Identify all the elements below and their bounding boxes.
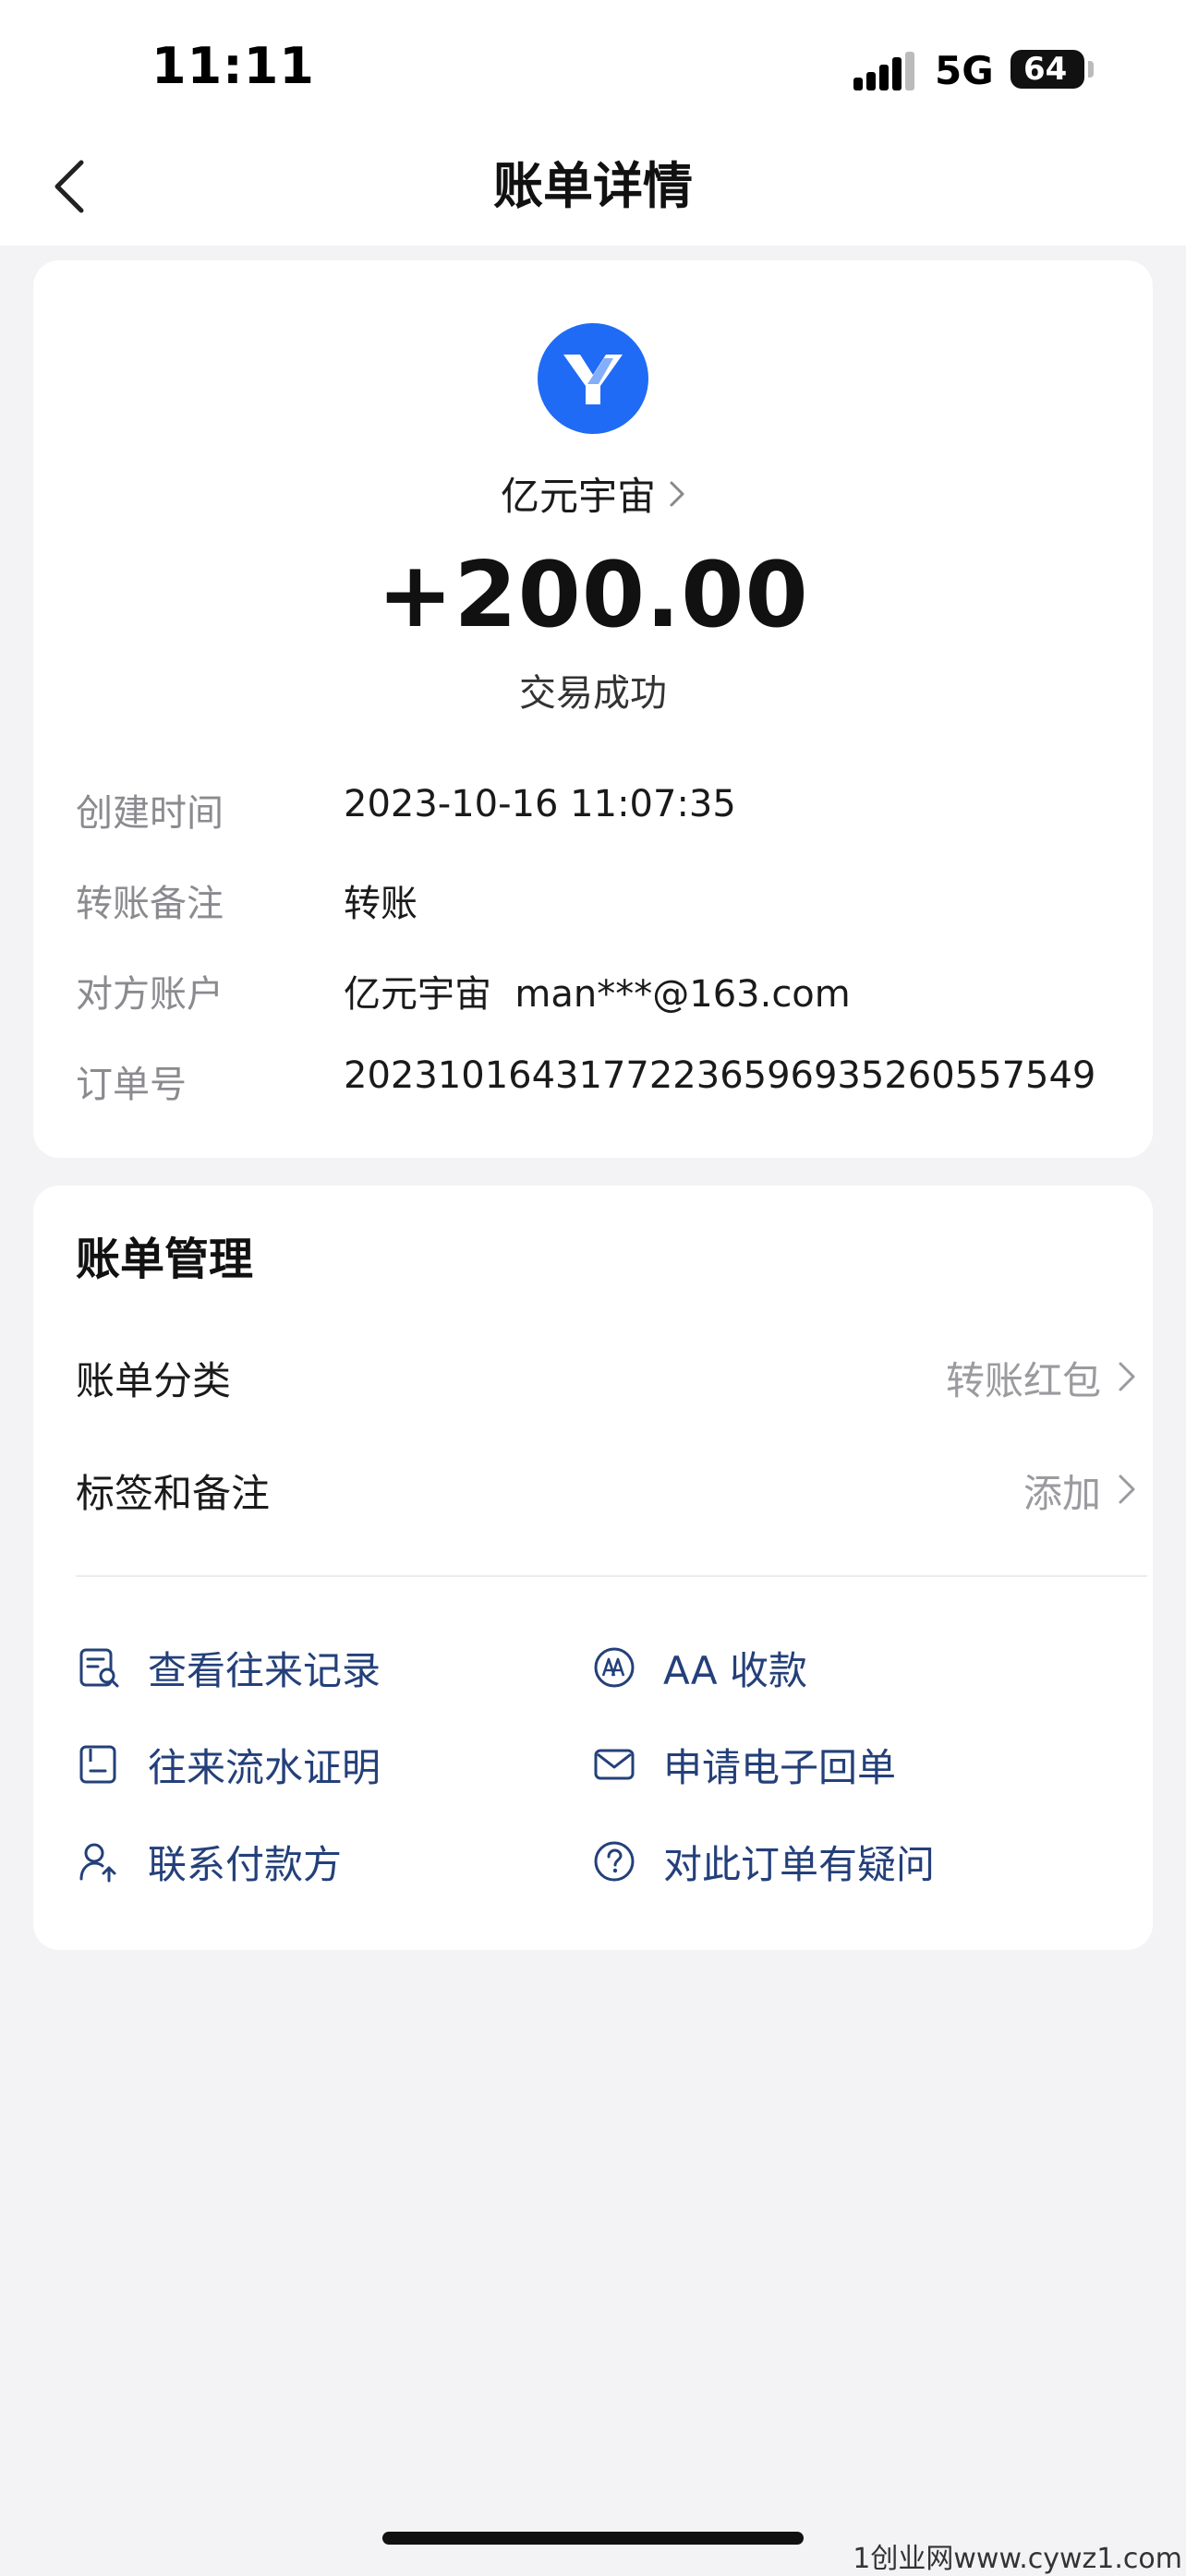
signal-icon	[853, 52, 914, 90]
detail-label: 创建时间	[76, 792, 224, 835]
record-search-icon	[76, 1644, 122, 1691]
question-button[interactable]: 对此订单有疑问	[591, 1829, 935, 1894]
transaction-amount: +200.00	[377, 543, 809, 648]
chevron-right-icon	[1119, 1362, 1135, 1391]
aa-collect-button[interactable]: AA 收款	[591, 1635, 807, 1700]
view-records-button[interactable]: 查看往来记录	[76, 1635, 381, 1700]
user-contact-icon	[76, 1838, 122, 1884]
detail-row-counterparty: 对方账户 亿元宇宙 man***@163.com	[76, 964, 1129, 1019]
bill-management-card: 账单管理 账单分类 转账红包 标签和备注 添加 查看往来记录 往来流水证明 联系…	[33, 1186, 1153, 1950]
chevron-right-icon	[1119, 1475, 1135, 1504]
merchant-logo	[538, 323, 648, 434]
divider	[76, 1575, 1147, 1577]
section-title: 账单管理	[76, 1234, 254, 1285]
battery-level: 64	[1023, 51, 1068, 88]
question-label: 对此订单有疑问	[663, 1841, 936, 1887]
watermark: 1创业网www.cywz1.com	[853, 2543, 1182, 2575]
home-indicator[interactable]	[382, 2532, 804, 2545]
contact-payer-label: 联系付款方	[148, 1841, 343, 1887]
network-type: 5G	[935, 48, 994, 93]
chevron-right-icon	[670, 481, 684, 506]
receipt-label: 申请电子回单	[663, 1744, 897, 1790]
status-bar: 11:11 5G 64	[0, 0, 1186, 129]
aa-collect-label: AA 收款	[663, 1647, 807, 1693]
view-records-label: 查看往来记录	[148, 1647, 381, 1693]
contact-payer-button[interactable]: 联系付款方	[76, 1829, 342, 1894]
mail-icon	[591, 1741, 637, 1788]
bill-category-value: 转账红包	[945, 1358, 1101, 1403]
back-button[interactable]	[33, 150, 107, 223]
tags-notes-value: 添加	[1023, 1471, 1101, 1516]
detail-row-order-number: 订单号 2023101643177223659693526055754​9	[76, 1054, 1129, 1110]
question-icon	[591, 1838, 637, 1884]
detail-value: 2023-10-16 11:07:35	[344, 783, 736, 825]
status-time: 11:11	[151, 37, 315, 95]
receipt-button[interactable]: 申请电子回单	[591, 1732, 896, 1797]
transaction-status: 交易成功	[519, 672, 667, 715]
nav-bar: 账单详情	[0, 129, 1186, 246]
tags-notes-row[interactable]: 标签和备注 添加	[76, 1453, 1147, 1527]
chevron-left-icon	[54, 160, 84, 213]
transaction-card: 亿元宇宙 +200.00 交易成功 创建时间 2023-10-16 11:07:…	[33, 260, 1153, 1158]
battery-tip	[1088, 61, 1094, 78]
detail-value: 亿元宇宙 man***@163.com	[344, 973, 851, 1016]
flow-proof-label: 往来流水证明	[148, 1744, 381, 1790]
detail-value: 转账	[344, 883, 418, 925]
page-title: 账单详情	[493, 157, 693, 215]
detail-row-created-time: 创建时间 2023-10-16 11:07:35	[76, 783, 1129, 838]
order-number[interactable]: 2023101643177223659693526055754​9	[344, 1054, 1095, 1097]
aa-icon	[591, 1644, 637, 1691]
detail-label: 转账备注	[76, 883, 224, 925]
detail-label: 对方账户	[76, 973, 224, 1016]
document-icon	[76, 1741, 122, 1788]
bill-category-label: 账单分类	[76, 1358, 232, 1403]
detail-row-remark: 转账备注 转账	[76, 873, 1129, 929]
tags-notes-label: 标签和备注	[76, 1471, 271, 1516]
battery-icon: 64	[1011, 50, 1084, 89]
merchant-logo-icon	[563, 355, 623, 404]
flow-proof-button[interactable]: 往来流水证明	[76, 1732, 381, 1797]
merchant-link[interactable]: 亿元宇宙	[33, 465, 1153, 522]
merchant-name: 亿元宇宙	[500, 474, 656, 519]
detail-label: 订单号	[76, 1064, 187, 1106]
bill-category-row[interactable]: 账单分类 转账红包	[76, 1341, 1147, 1414]
